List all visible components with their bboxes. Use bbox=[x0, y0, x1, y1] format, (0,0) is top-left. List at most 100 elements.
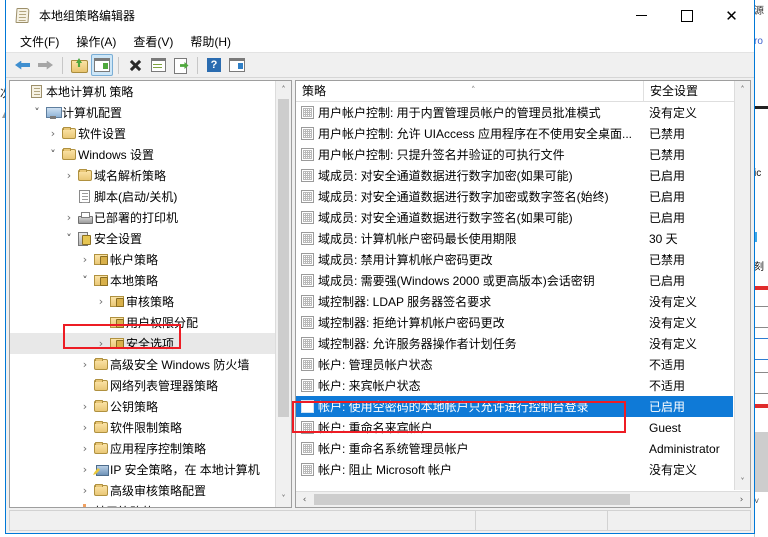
chevron-right-icon[interactable]: › bbox=[78, 396, 92, 417]
toolbar-separator-1 bbox=[62, 56, 63, 74]
policy-row[interactable]: 域成员: 需要强(Windows 2000 或更高版本)会话密钥 已启用 bbox=[296, 270, 733, 291]
tree-node-11[interactable]: 用户权限分配 bbox=[10, 312, 275, 333]
chevron-right-icon[interactable]: › bbox=[78, 417, 92, 438]
menu-item-view[interactable]: 查看(V) bbox=[125, 31, 182, 52]
list-scroll-down-arrow[interactable]: ˅ bbox=[735, 473, 750, 490]
tree-node-2[interactable]: › 软件设置 bbox=[10, 123, 275, 144]
chevron-down-icon[interactable]: ˅ bbox=[46, 144, 60, 165]
policy-security-setting: 30 天 bbox=[649, 232, 678, 246]
title-bar[interactable]: 本地组策略编辑器 ✕ bbox=[6, 0, 754, 31]
policy-row[interactable]: 域成员: 对安全通道数据进行数字加密(如果可能) 已启用 bbox=[296, 165, 733, 186]
policy-row[interactable]: 域成员: 对安全通道数据进行数字加密或数字签名(始终) 已启用 bbox=[296, 186, 733, 207]
menu-item-file[interactable]: 文件(F) bbox=[12, 31, 68, 52]
up-one-level-button[interactable] bbox=[68, 54, 90, 76]
chevron-down-icon[interactable]: ˅ bbox=[30, 102, 44, 123]
policy-security-setting: 没有定义 bbox=[649, 295, 698, 309]
policy-row[interactable]: 用户帐户控制: 只提升签名并验证的可执行文件 已禁用 bbox=[296, 144, 733, 165]
chevron-down-icon[interactable]: ˅ bbox=[78, 270, 92, 291]
delete-button[interactable] bbox=[124, 54, 146, 76]
back-button[interactable] bbox=[12, 54, 34, 76]
tree-node-17[interactable]: › 应用程序控制策略 bbox=[10, 438, 275, 459]
tree-node-5[interactable]: 脚本(启动/关机) bbox=[10, 186, 275, 207]
chevron-right-icon[interactable]: › bbox=[78, 459, 92, 480]
policy-setting-icon bbox=[296, 127, 318, 140]
tree-node-13[interactable]: › 高级安全 Windows 防火墙 bbox=[10, 354, 275, 375]
policy-row[interactable]: 域成员: 对安全通道数据进行数字签名(如果可能) 已启用 bbox=[296, 207, 733, 228]
chevron-right-icon[interactable]: › bbox=[78, 249, 92, 270]
tree-node-7[interactable]: ˅ 安全设置 bbox=[10, 228, 275, 249]
chevron-right-icon[interactable]: › bbox=[62, 501, 76, 507]
policy-row[interactable]: 帐户: 管理员帐户状态 不适用 bbox=[296, 354, 733, 375]
policy-security-setting: 已启用 bbox=[649, 274, 686, 288]
policy-row[interactable]: 域成员: 计算机帐户密码最长使用期限 30 天 bbox=[296, 228, 733, 249]
policy-row[interactable]: 域控制器: 允许服务器操作者计划任务 没有定义 bbox=[296, 333, 733, 354]
list-scroll-left-arrow[interactable]: ‹ bbox=[296, 492, 313, 507]
computer-monitor-icon bbox=[44, 106, 62, 119]
close-button[interactable]: ✕ bbox=[709, 0, 754, 31]
policy-name: 用户帐户控制: 允许 UIAccess 应用程序在不使用安全桌面... bbox=[318, 127, 633, 141]
menu-item-help[interactable]: 帮助(H) bbox=[182, 31, 240, 52]
chevron-right-icon[interactable]: › bbox=[78, 480, 92, 501]
policy-row[interactable]: 帐户: 阻止 Microsoft 帐户 没有定义 bbox=[296, 459, 733, 480]
properties-button[interactable] bbox=[147, 54, 169, 76]
folder-icon bbox=[76, 169, 93, 181]
tree-node-4[interactable]: › 域名解析策略 bbox=[10, 165, 275, 186]
tree-node-1[interactable]: ˅ 计算机配置 bbox=[10, 102, 275, 123]
policy-row[interactable]: 域成员: 禁用计算机帐户密码更改 已禁用 bbox=[296, 249, 733, 270]
chevron-right-icon[interactable]: › bbox=[62, 165, 76, 186]
tree-node-14[interactable]: 网络列表管理器策略 bbox=[10, 375, 275, 396]
tree-node-15[interactable]: › 公钥策略 bbox=[10, 396, 275, 417]
policy-row-selected[interactable]: 帐户: 使用空密码的本地帐户只允许进行控制台登录 已启用 bbox=[296, 396, 733, 417]
chevron-right-icon[interactable]: › bbox=[94, 291, 108, 312]
arrow-right-icon bbox=[38, 59, 54, 72]
tree-node-8[interactable]: › 帐户策略 bbox=[10, 249, 275, 270]
forward-button[interactable] bbox=[35, 54, 57, 76]
chevron-down-icon[interactable]: ˅ bbox=[62, 228, 76, 249]
policy-row[interactable]: 帐户: 来宾帐户状态 不适用 bbox=[296, 375, 733, 396]
maximize-button[interactable] bbox=[664, 0, 709, 31]
delete-x-icon bbox=[128, 58, 142, 72]
policy-setting-icon bbox=[296, 106, 318, 119]
policy-row[interactable]: 域控制器: LDAP 服务器签名要求 没有定义 bbox=[296, 291, 733, 312]
column-header-policy[interactable]: 策略 ˄ bbox=[296, 81, 643, 102]
chevron-right-icon[interactable]: › bbox=[62, 207, 76, 228]
policy-row[interactable]: 帐户: 重命名系统管理员帐户 Administrator bbox=[296, 438, 733, 459]
chevron-right-icon[interactable]: › bbox=[94, 333, 108, 354]
list-scroll-up-arrow[interactable]: ˄ bbox=[735, 81, 750, 98]
policy-security-setting: 已启用 bbox=[649, 211, 686, 225]
tree-node-9[interactable]: ˅ 本地策略 bbox=[10, 270, 275, 291]
help-button[interactable]: ? bbox=[203, 54, 225, 76]
tree-scroll-up-arrow[interactable]: ˄ bbox=[276, 81, 291, 98]
policy-row[interactable]: 用户帐户控制: 用于内置管理员帐户的管理员批准模式 没有定义 bbox=[296, 102, 733, 123]
show-hide-console-tree-button[interactable] bbox=[91, 54, 113, 76]
tree-node-3[interactable]: ˅ Windows 设置 bbox=[10, 144, 275, 165]
tree-vertical-scrollbar[interactable]: ˄ ˅ bbox=[275, 81, 291, 507]
chevron-right-icon[interactable]: › bbox=[78, 438, 92, 459]
menu-item-action[interactable]: 操作(A) bbox=[68, 31, 125, 52]
policy-name: 域控制器: 允许服务器操作者计划任务 bbox=[318, 337, 517, 351]
list-scroll-right-arrow[interactable]: › bbox=[733, 492, 750, 507]
tree-scroll-down-arrow[interactable]: ˅ bbox=[276, 490, 291, 507]
show-hide-action-pane-button[interactable] bbox=[226, 54, 248, 76]
policy-row[interactable]: 帐户: 重命名来宾帐户 Guest bbox=[296, 417, 733, 438]
policy-security-setting: 没有定义 bbox=[649, 337, 698, 351]
list-vertical-scrollbar[interactable]: ˄ ˅ bbox=[734, 81, 750, 490]
tree-node-20[interactable]: › 基于策略的 QoS bbox=[10, 501, 275, 507]
tree-node-19[interactable]: › 高级审核策略配置 bbox=[10, 480, 275, 501]
tree-node-6[interactable]: › 已部署的打印机 bbox=[10, 207, 275, 228]
minimize-button[interactable] bbox=[619, 0, 664, 31]
tree-node-12[interactable]: › 安全选项 bbox=[10, 333, 275, 354]
policy-row[interactable]: 用户帐户控制: 允许 UIAccess 应用程序在不使用安全桌面... 已禁用 bbox=[296, 123, 733, 144]
tree-node-16[interactable]: › 软件限制策略 bbox=[10, 417, 275, 438]
tree-node-10[interactable]: › 审核策略 bbox=[10, 291, 275, 312]
policy-row[interactable]: 域控制器: 拒绝计算机帐户密码更改 没有定义 bbox=[296, 312, 733, 333]
list-horizontal-scrollbar[interactable]: ‹ › bbox=[296, 491, 750, 507]
tree-node-0[interactable]: 本地计算机 策略 bbox=[10, 81, 275, 102]
tree-node-18[interactable]: › IP 安全策略，在 本地计算机 bbox=[10, 459, 275, 480]
tree-scroll-thumb[interactable] bbox=[278, 99, 289, 417]
bg-right-scroll-thumb[interactable] bbox=[754, 432, 768, 492]
export-list-button[interactable] bbox=[170, 54, 192, 76]
chevron-right-icon[interactable]: › bbox=[46, 123, 60, 144]
list-hscroll-thumb[interactable] bbox=[314, 494, 630, 505]
chevron-right-icon[interactable]: › bbox=[78, 354, 92, 375]
